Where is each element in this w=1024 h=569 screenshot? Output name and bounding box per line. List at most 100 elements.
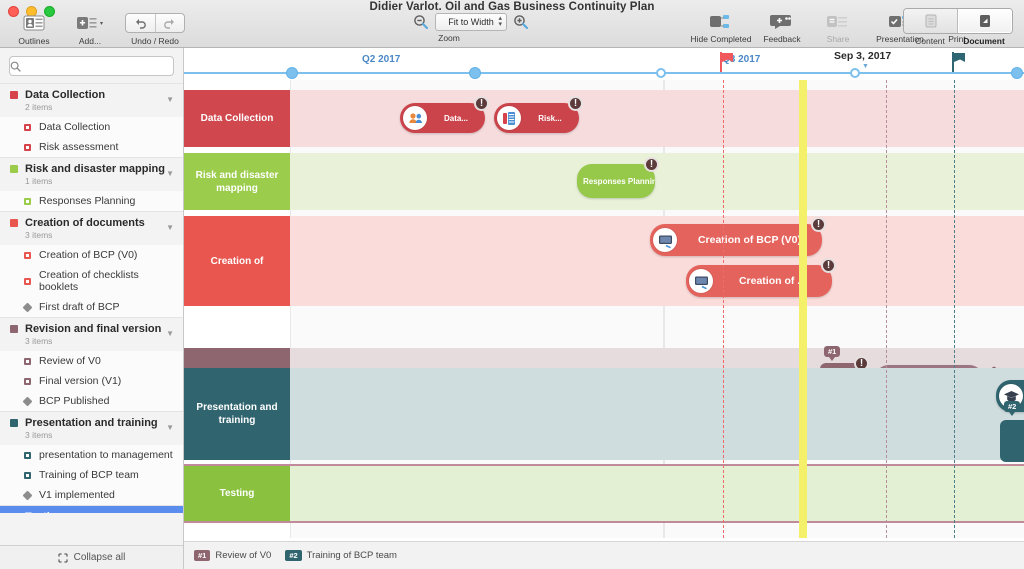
task-bar-creation-bcp-v0[interactable]: Creation of BCP (V0)! xyxy=(650,217,826,256)
zoom-level-select[interactable]: Fit to Width ▴ ▾ xyxy=(435,13,507,31)
lane-body[interactable]: Simulation exercise xyxy=(290,466,1024,521)
outline-item-2-0[interactable]: Creation of BCP (V0) xyxy=(0,245,183,265)
outline-item-label: Data Collection xyxy=(39,121,111,133)
redo-button[interactable] xyxy=(156,14,185,32)
sidebar: Data Collection 2 items ▼ Data Collection Ri… xyxy=(0,48,184,569)
outline-group-5[interactable]: Testing1 items▼ xyxy=(0,505,183,513)
zoom-out-button[interactable] xyxy=(413,14,429,30)
axis-node-start[interactable] xyxy=(286,67,298,79)
search-input[interactable] xyxy=(21,60,173,72)
date-caret-icon[interactable]: ▼ xyxy=(862,63,869,70)
timeline-ruler[interactable]: Q2 2017 Q3 2017 Sep 3, 2017 ▼ xyxy=(184,48,1024,80)
outlines-label: Outlines xyxy=(18,36,50,46)
numbered-tag-1[interactable]: #1 xyxy=(824,346,841,361)
outline-group-1[interactable]: Risk and disaster mapping 1 items ▼ xyxy=(0,157,183,191)
numbered-tag-label: #1 xyxy=(828,347,837,356)
axis-node-mid3[interactable] xyxy=(850,68,860,78)
alert-badge-icon[interactable]: ! xyxy=(644,157,659,172)
alert-badge-icon[interactable]: ! xyxy=(811,217,826,232)
collapse-all-button[interactable]: Collapse all xyxy=(0,545,183,569)
lane-1[interactable]: Responses Planning! Risk and disaster map… xyxy=(184,153,1024,210)
zoom-in-button[interactable] xyxy=(513,14,529,30)
axis-node-mid1[interactable] xyxy=(469,67,481,79)
group-color-swatch xyxy=(10,325,18,333)
axis-node-end[interactable] xyxy=(1011,67,1023,79)
task-block-training-bcp-team[interactable] xyxy=(1000,420,1024,462)
outline-group-2[interactable]: Creation of documents 3 items ▼ xyxy=(0,211,183,245)
lane-0[interactable]: Data...! Risk...! Data Collection xyxy=(184,90,1024,147)
alert-badge-icon[interactable]: ! xyxy=(568,96,583,111)
task-marker-icon xyxy=(24,357,31,365)
collapse-icon xyxy=(57,552,68,563)
alert-badge-icon[interactable]: ! xyxy=(474,96,489,111)
task-bar-risk-assessment[interactable]: Risk...! xyxy=(494,96,583,133)
group-color-swatch xyxy=(10,91,18,99)
undo-redo-group[interactable]: Undo / Redo xyxy=(118,12,192,46)
group-item-count: 2 items xyxy=(25,102,53,112)
outline-group-4[interactable]: Presentation and training 3 items ▼ xyxy=(0,411,183,445)
hide-completed-button[interactable]: Hide Completed xyxy=(688,10,754,44)
lane-5[interactable]: Simulation exerciseTesting xyxy=(184,464,1024,523)
outline-item-2-1[interactable]: Creation of checklists booklets xyxy=(0,265,183,297)
outline-item-3-2[interactable]: BCP Published xyxy=(0,391,183,411)
status-item-1[interactable]: #2 Training of BCP team xyxy=(285,550,397,561)
outline-item-4-1[interactable]: Training of BCP team xyxy=(0,465,183,485)
document-view-button[interactable] xyxy=(958,9,1012,33)
lane-body[interactable]: Responses Planning! xyxy=(290,153,1024,210)
chevron-down-icon[interactable]: ▼ xyxy=(166,329,174,338)
lane-2[interactable]: Creation of BCP (V0)! Creation of ...! Cre… xyxy=(184,216,1024,306)
chevron-down-icon[interactable]: ▼ xyxy=(166,95,174,104)
document-view-label: Document xyxy=(963,36,1005,46)
lane-body[interactable]: Creation of BCP (V0)! Creation of ...! xyxy=(290,216,1024,306)
lane-body[interactable]: Data...! Risk...! xyxy=(290,90,1024,147)
task-bar-responses-planning[interactable]: Responses Planning! xyxy=(577,157,659,198)
outline-item-0-0[interactable]: Data Collection xyxy=(0,117,183,137)
collapse-all-label: Collapse all xyxy=(73,552,126,563)
lane-label[interactable]: Risk and disaster mapping xyxy=(184,153,290,210)
chevron-down-icon[interactable]: ▼ xyxy=(166,169,174,178)
feedback-button[interactable]: Feedback xyxy=(754,10,810,44)
search-field[interactable] xyxy=(9,56,174,76)
lane-label[interactable]: Data Collection xyxy=(184,90,290,147)
share-button[interactable]: Share xyxy=(810,10,866,44)
outline-group-0[interactable]: Data Collection 2 items ▼ xyxy=(0,83,183,117)
timeline-canvas[interactable]: Data...! Risk...! Data Collection Responses… xyxy=(184,48,1024,569)
hide-completed-label: Hide Completed xyxy=(690,34,752,44)
lane-body[interactable]: pr...#2 xyxy=(290,368,1024,462)
outline-item-0-1[interactable]: Risk assessment xyxy=(0,137,183,157)
outline-item-3-0[interactable]: Review of V0 xyxy=(0,351,183,371)
group-item-count: 3 items xyxy=(25,230,53,240)
status-item-0[interactable]: #1 Review of V0 xyxy=(194,550,271,561)
timeline-axis xyxy=(184,72,1024,74)
content-view-button[interactable] xyxy=(904,9,958,33)
red-flag-marker[interactable] xyxy=(720,52,734,72)
outline-item-label: Responses Planning xyxy=(39,195,136,207)
numbered-tag-2[interactable]: #2 xyxy=(1004,401,1021,416)
view-mode-segment[interactable]: Content Document xyxy=(903,8,1013,46)
chevron-down-icon[interactable]: ▼ xyxy=(166,223,174,232)
outline-group-3[interactable]: Revision and final version 3 items ▼ xyxy=(0,317,183,351)
chevron-down-icon[interactable]: ▼ xyxy=(166,423,174,432)
outline-tree[interactable]: Data Collection 2 items ▼ Data Collection Ri… xyxy=(0,83,183,513)
outline-item-4-2[interactable]: V1 implemented xyxy=(0,485,183,505)
axis-node-mid2[interactable] xyxy=(656,68,666,78)
outline-item-3-1[interactable]: Final version (V1) xyxy=(0,371,183,391)
lane-label[interactable]: Presentation and training xyxy=(184,368,290,460)
zoom-controls[interactable]: Fit to Width ▴ ▾ xyxy=(413,13,529,31)
outline-item-4-0[interactable]: presentation to management xyxy=(0,445,183,465)
lane-label[interactable]: Testing xyxy=(184,466,290,521)
add-button[interactable]: Add... xyxy=(62,12,118,46)
task-bar-data-collection[interactable]: Data...! xyxy=(400,96,489,133)
outline-item-1-0[interactable]: Responses Planning xyxy=(0,191,183,211)
group-name: Data Collection xyxy=(25,89,106,101)
outline-item-2-2[interactable]: First draft of BCP xyxy=(0,297,183,317)
task-bar-creation-checklists[interactable]: Creation of ...! xyxy=(686,258,836,297)
group-item-count: 1 items xyxy=(25,176,53,186)
lane-label[interactable]: Creation of xyxy=(184,216,290,306)
alert-badge-icon[interactable]: ! xyxy=(821,258,836,273)
undo-button[interactable] xyxy=(126,14,156,32)
lane-4[interactable]: pr...#2Presentation and training xyxy=(184,368,1024,462)
teal-flag-marker[interactable] xyxy=(952,52,966,72)
marker-line-mauve xyxy=(886,80,887,538)
outlines-button[interactable]: Outlines xyxy=(6,12,62,46)
